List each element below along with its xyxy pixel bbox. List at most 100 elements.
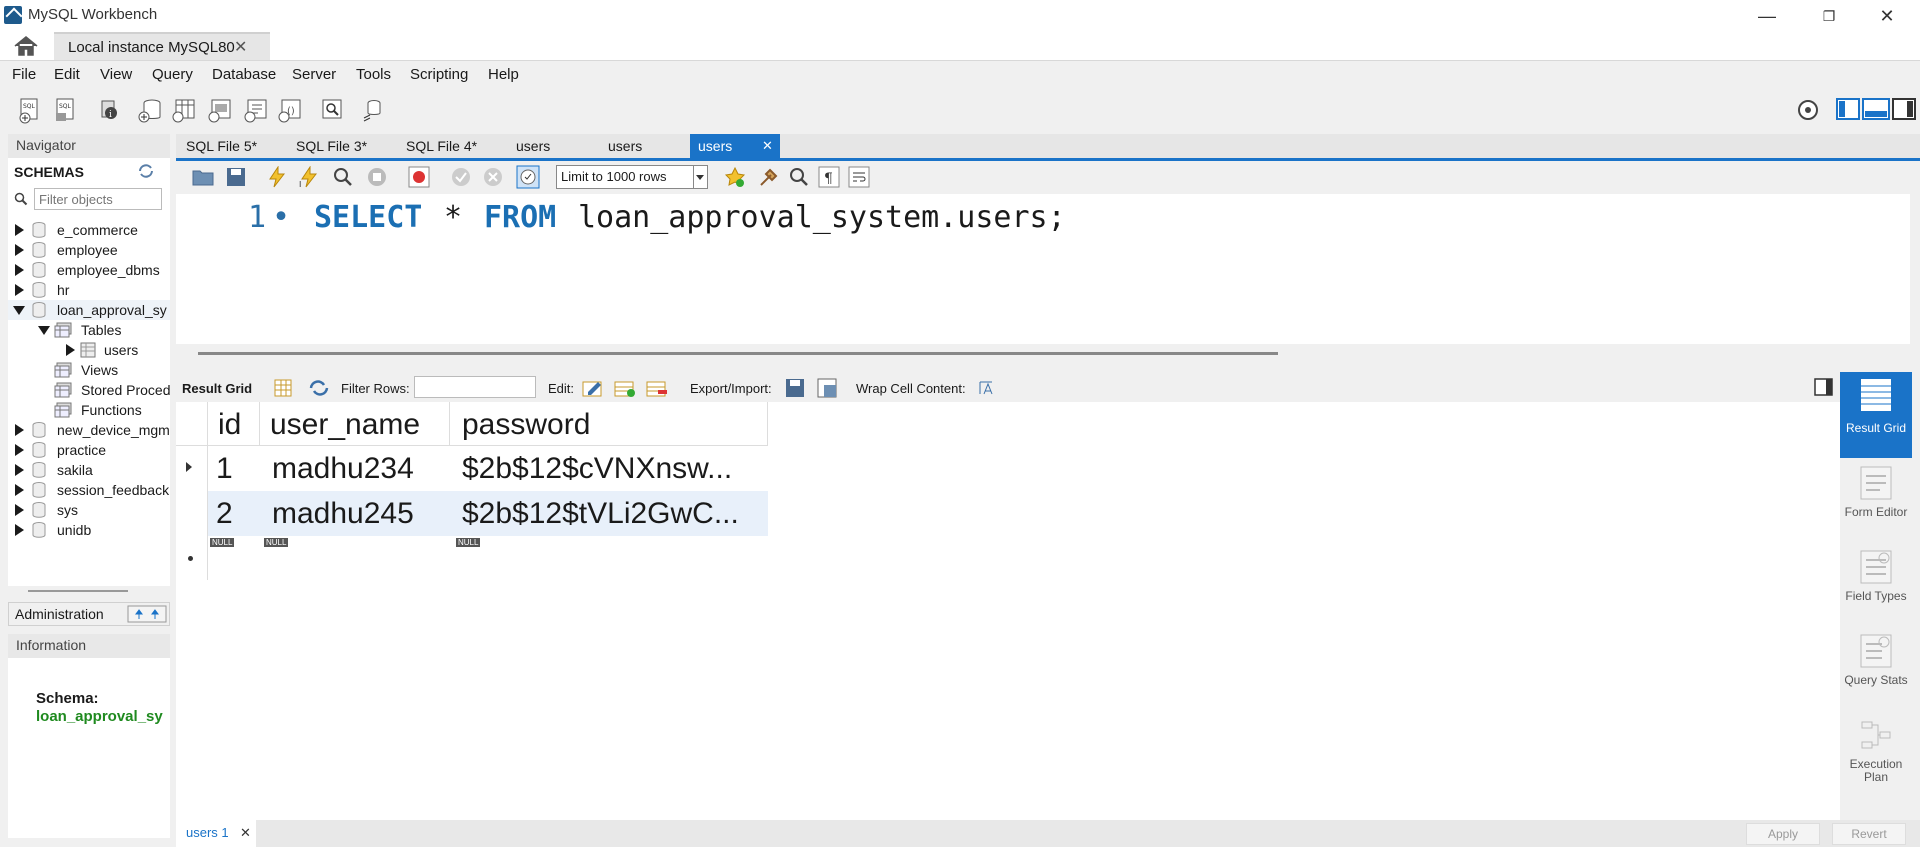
table-item-users[interactable]: users (8, 340, 170, 360)
administration-tab[interactable]: Administration (15, 606, 104, 622)
menu-edit[interactable]: Edit (54, 66, 80, 83)
create-view-icon[interactable] (206, 96, 234, 124)
horizontal-scrollbar[interactable] (198, 352, 1278, 355)
form-editor-button[interactable]: Form Editor (1840, 462, 1912, 542)
schema-item[interactable]: employee (8, 240, 170, 260)
explain-icon[interactable] (332, 166, 354, 188)
row-selector[interactable] (176, 446, 208, 491)
reconnect-icon[interactable] (360, 96, 388, 124)
import-icon[interactable] (816, 377, 838, 399)
information-tab[interactable]: Information (16, 637, 86, 653)
new-sql-tab-icon[interactable]: SQL (16, 96, 44, 124)
toggle-error-icon[interactable] (408, 166, 430, 188)
row-selector[interactable] (176, 536, 208, 580)
expand-icon[interactable] (15, 224, 24, 236)
expand-icon[interactable] (15, 244, 24, 256)
apply-button[interactable]: Apply (1746, 823, 1820, 845)
row-selector[interactable] (176, 491, 208, 536)
result-tab-users-1[interactable]: users 1 ✕ (176, 820, 256, 847)
functions-folder[interactable]: Functions (8, 400, 170, 420)
close-icon[interactable]: ✕ (762, 134, 773, 158)
menu-scripting[interactable]: Scripting (410, 66, 468, 83)
close-icon[interactable]: ✕ (240, 825, 251, 841)
expand-icon[interactable] (15, 464, 24, 476)
schema-item[interactable]: sakila (8, 460, 170, 480)
cell-user-name[interactable]: madhu245 (272, 497, 414, 531)
execute-icon[interactable] (266, 166, 288, 188)
collapse-icon[interactable] (13, 306, 25, 315)
limit-rows-select[interactable]: Limit to 1000 rows (556, 165, 708, 189)
navigator-scrollbar[interactable] (28, 590, 128, 594)
null-badge[interactable]: NULL (210, 538, 235, 547)
expand-icon[interactable] (15, 284, 24, 296)
tab-users-active[interactable]: users ✕ (690, 134, 780, 158)
search-table-data-icon[interactable] (318, 96, 346, 124)
expand-icon[interactable] (66, 344, 75, 356)
tab-sql-file-3[interactable]: SQL File 3* (296, 134, 367, 158)
layout-toggle-icon[interactable] (1836, 98, 1916, 120)
toggle-side-panel-icon[interactable] (1814, 377, 1834, 397)
field-types-button[interactable]: Field Types (1840, 546, 1912, 626)
schema-item-selected[interactable]: loan_approval_sy (8, 300, 170, 320)
insert-row-icon[interactable] (614, 378, 636, 398)
create-schema-icon[interactable] (136, 96, 164, 124)
wrap-text-icon[interactable] (978, 379, 994, 397)
schema-item[interactable]: unidb (8, 520, 170, 540)
preferences-icon[interactable] (1794, 96, 1822, 124)
minimize-button[interactable]: — (1744, 0, 1790, 32)
restore-button[interactable]: ❐ (1806, 0, 1852, 32)
table-row[interactable]: 1 madhu234 $2b$12$cVNXnsw... (176, 446, 768, 491)
export-icon[interactable] (784, 377, 806, 399)
save-icon[interactable] (226, 167, 246, 187)
tab-users-1[interactable]: users (516, 134, 550, 158)
schema-item[interactable]: session_feedback (8, 480, 170, 500)
expand-icon[interactable] (15, 264, 24, 276)
cell-id[interactable]: 2 (216, 497, 233, 531)
cell-password[interactable]: $2b$12$cVNXnsw... (462, 452, 732, 486)
query-stats-button[interactable]: Query Stats (1840, 630, 1912, 710)
schema-item[interactable]: hr (8, 280, 170, 300)
expand-icon[interactable] (15, 484, 24, 496)
column-header-password[interactable]: password (450, 402, 768, 446)
views-folder[interactable]: Views (8, 360, 170, 380)
tab-sql-file-4[interactable]: SQL File 4* (406, 134, 477, 158)
filter-objects-input[interactable] (34, 188, 162, 210)
cell-password[interactable]: $2b$12$tVLi2GwC... (462, 497, 739, 531)
collapse-icon[interactable] (38, 326, 50, 335)
stored-procedures-folder[interactable]: Stored Proced (8, 380, 170, 400)
revert-button[interactable]: Revert (1832, 823, 1906, 845)
tab-sql-file-5[interactable]: SQL File 5* (186, 134, 257, 158)
find-icon[interactable] (788, 166, 810, 188)
create-function-icon[interactable]: () (276, 96, 304, 124)
menu-tools[interactable]: Tools (356, 66, 391, 83)
sql-editor[interactable]: 1 • SELECT * FROM loan_approval_system.u… (176, 194, 1910, 344)
refresh-icon[interactable] (308, 379, 330, 397)
menu-view[interactable]: View (100, 66, 132, 83)
execute-current-icon[interactable]: I (298, 166, 320, 188)
stop-icon[interactable] (366, 166, 388, 188)
expand-icon[interactable] (15, 504, 24, 516)
word-wrap-icon[interactable] (848, 166, 870, 188)
home-icon[interactable] (12, 34, 40, 58)
add-snippet-icon[interactable] (724, 166, 746, 188)
tables-folder[interactable]: Tables (8, 320, 170, 340)
inspector-icon[interactable]: i (96, 96, 124, 124)
schema-item[interactable]: sys (8, 500, 170, 520)
menu-file[interactable]: File (12, 66, 36, 83)
beautify-icon[interactable] (758, 166, 780, 188)
cell-id[interactable]: 1 (216, 452, 233, 486)
schema-item[interactable]: practice (8, 440, 170, 460)
open-file-icon[interactable] (192, 167, 214, 187)
commit-icon[interactable] (450, 166, 472, 188)
row-selector-header[interactable] (176, 402, 208, 446)
schema-item[interactable]: e_commerce (8, 220, 170, 240)
cell-user-name[interactable]: madhu234 (272, 452, 414, 486)
close-button[interactable]: ✕ (1864, 0, 1910, 32)
edit-row-icon[interactable] (582, 378, 604, 398)
invisible-chars-icon[interactable]: ¶ (818, 166, 840, 188)
panel-toggle-icon[interactable] (127, 605, 167, 623)
auto-commit-icon[interactable] (516, 165, 540, 189)
column-header-user-name[interactable]: user_name (260, 402, 450, 446)
column-header-id[interactable]: id (208, 402, 260, 446)
close-icon[interactable]: ✕ (234, 37, 247, 57)
